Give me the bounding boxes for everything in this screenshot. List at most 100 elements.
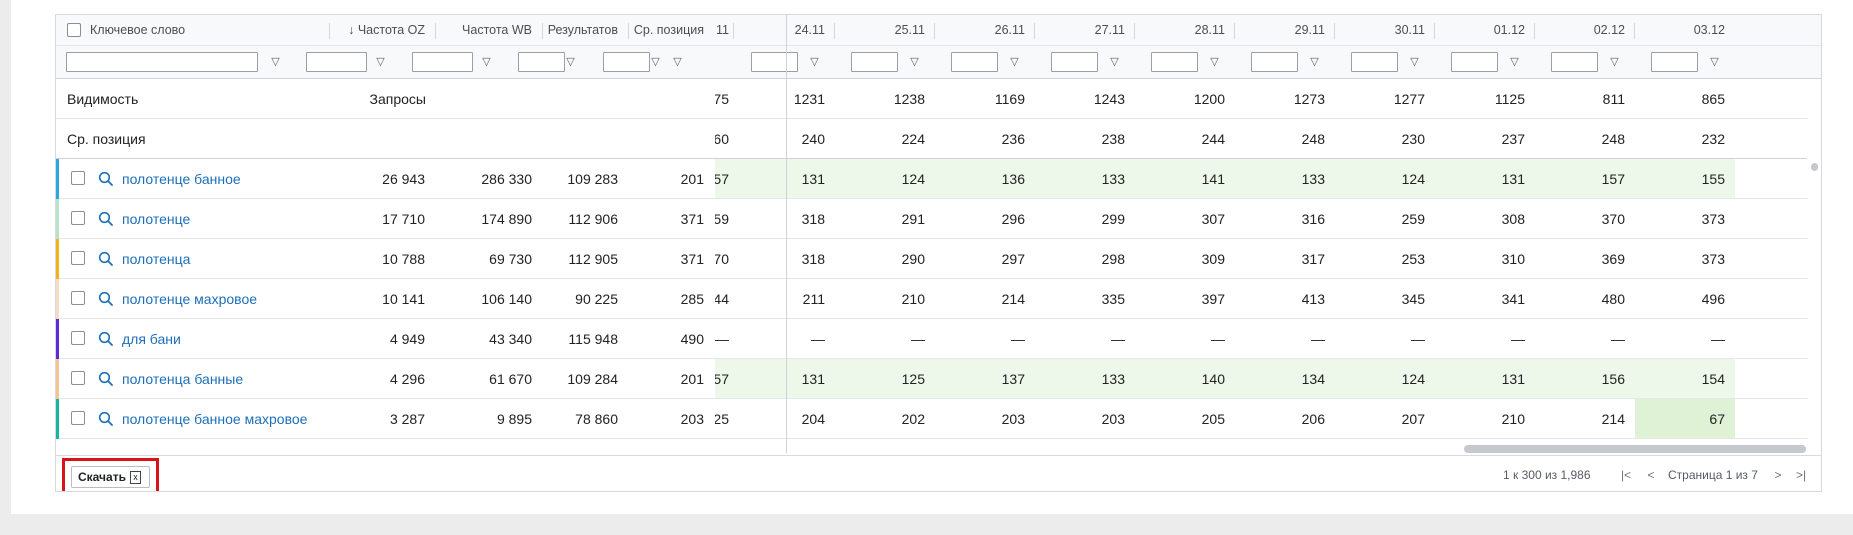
column-header-date-partial[interactable]: 11: [715, 15, 735, 45]
search-icon[interactable]: [98, 171, 114, 187]
filter-icon[interactable]: ▽: [1609, 57, 1620, 68]
filter-icon[interactable]: ▽: [1409, 57, 1420, 68]
column-header-keyword[interactable]: Ключевое слово: [80, 15, 330, 45]
vertical-scrollbar[interactable]: [1811, 163, 1818, 171]
date-value: 290: [901, 250, 925, 267]
column-header-date[interactable]: 02.12: [1535, 15, 1635, 45]
filter-input-freq-wb[interactable]: [412, 52, 473, 72]
filter-icon[interactable]: ▽: [481, 57, 492, 68]
column-header-date[interactable]: 27.11: [1035, 15, 1135, 45]
pinned-row-value: 1238: [893, 90, 925, 107]
filter-icon[interactable]: ▽: [672, 57, 683, 68]
row-checkbox[interactable]: [71, 291, 85, 305]
filter-input-date[interactable]: [1251, 52, 1298, 72]
partial-date-value: 44: [715, 290, 729, 307]
row-checkbox[interactable]: [71, 371, 85, 385]
date-value: 373: [1701, 210, 1725, 227]
keyword-link[interactable]: полотенце банное: [122, 159, 241, 199]
filter-icon[interactable]: ▽: [375, 57, 386, 68]
column-header-date[interactable]: 01.12: [1435, 15, 1535, 45]
keyword-link[interactable]: полотенце махровое: [122, 279, 257, 319]
table-row[interactable]: полотенца банные4 29661 670109 284201571…: [56, 359, 1807, 399]
download-button[interactable]: Скачать x: [71, 466, 150, 488]
freq-wb-value: 61 670: [489, 370, 532, 387]
filter-icon[interactable]: ▽: [565, 57, 576, 68]
pinned-row-value: 240: [801, 130, 825, 147]
filter-input-date[interactable]: [1551, 52, 1598, 72]
filter-input-avg-pos[interactable]: [603, 52, 650, 72]
column-header-date[interactable]: 26.11: [935, 15, 1035, 45]
filter-input-date[interactable]: [1351, 52, 1398, 72]
search-icon[interactable]: [98, 411, 114, 427]
filter-icon[interactable]: ▽: [909, 57, 920, 68]
table-row[interactable]: для бани 4 949 43 340 115 948 490 — — — — — — — — — — —: [56, 319, 1807, 359]
row-checkbox[interactable]: [71, 411, 85, 425]
filter-icon[interactable]: ▽: [1109, 57, 1120, 68]
keyword-link[interactable]: полотенца банные: [122, 359, 243, 399]
table-row[interactable]: полотенце банное махровое 3 287 9 895 78 86…: [56, 399, 1807, 439]
row-checkbox[interactable]: [71, 211, 85, 225]
column-header-date[interactable]: 24.11: [735, 15, 835, 45]
row-checkbox[interactable]: [71, 331, 85, 345]
column-header-date[interactable]: 03.12: [1635, 15, 1735, 45]
date-value: 480: [1601, 290, 1625, 307]
filter-input-results[interactable]: [518, 52, 565, 72]
column-header-results[interactable]: Результатов: [543, 15, 628, 45]
table-row[interactable]: полотенца 10 788 69 730 112 905 371 70 318 290 2…: [56, 239, 1807, 279]
freq-wb-value: 69 730: [489, 250, 532, 267]
next-page-icon[interactable]: >: [1771, 468, 1785, 482]
filter-input-date[interactable]: [1651, 52, 1698, 72]
avg-pos-value: 201: [680, 170, 704, 187]
keyword-link[interactable]: для бани: [122, 319, 181, 359]
search-icon[interactable]: [98, 291, 114, 307]
filter-input-date[interactable]: [1451, 52, 1498, 72]
avg-pos-value: 201: [680, 370, 704, 387]
select-all-checkbox[interactable]: [67, 23, 81, 37]
date-value: 207: [1401, 410, 1425, 427]
date-value: 345: [1401, 290, 1425, 307]
column-header-date[interactable]: 25.11: [835, 15, 935, 45]
column-header-freq-oz[interactable]: ↓ Частота OZ: [330, 15, 435, 45]
column-header-freq-wb[interactable]: Частота WB: [436, 15, 542, 45]
filter-input-date[interactable]: [1051, 52, 1098, 72]
filter-input-freq-oz[interactable]: [306, 52, 367, 72]
filter-input-date[interactable]: [951, 52, 998, 72]
row-checkbox[interactable]: [71, 171, 85, 185]
partial-date-value: —: [715, 330, 729, 347]
prev-page-icon[interactable]: <: [1644, 468, 1658, 482]
table-row[interactable]: полотенце 17 710 174 890 112 906 371 59 318 291…: [56, 199, 1807, 239]
column-header-date[interactable]: 29.11: [1235, 15, 1335, 45]
date-value: 203: [1101, 410, 1125, 427]
table-row[interactable]: полотенце банное 26 943 286 330 109 283 201 5…: [56, 159, 1807, 199]
filter-icon[interactable]: ▽: [650, 57, 661, 68]
first-page-icon[interactable]: |<: [1619, 468, 1633, 482]
keyword-link[interactable]: полотенце банное махровое: [122, 399, 307, 439]
filter-icon[interactable]: ▽: [809, 57, 820, 68]
horizontal-scrollbar[interactable]: [1464, 445, 1806, 453]
filter-icon[interactable]: ▽: [1509, 57, 1520, 68]
column-header-avg-pos[interactable]: Ср. позиция: [629, 15, 714, 45]
filter-input-keyword[interactable]: [66, 52, 258, 72]
column-header-avg-pos-label: Ср. позиция: [633, 23, 704, 37]
filter-icon[interactable]: ▽: [1009, 57, 1020, 68]
freq-oz-value: 17 710: [382, 210, 425, 227]
last-page-icon[interactable]: >|: [1794, 468, 1808, 482]
keyword-link[interactable]: полотенце: [122, 199, 190, 239]
row-checkbox[interactable]: [71, 251, 85, 265]
filter-icon[interactable]: ▽: [1209, 57, 1220, 68]
filter-input-date[interactable]: [851, 52, 898, 72]
search-icon[interactable]: [98, 251, 114, 267]
search-icon[interactable]: [98, 211, 114, 227]
filter-input-date[interactable]: [751, 52, 798, 72]
search-icon[interactable]: [98, 371, 114, 387]
table-row[interactable]: полотенце махровое 10 141 106 140 90 225 285…: [56, 279, 1807, 319]
filter-icon[interactable]: ▽: [270, 57, 281, 68]
keyword-link[interactable]: полотенца: [122, 239, 190, 279]
filter-icon[interactable]: ▽: [1309, 57, 1320, 68]
column-header-date[interactable]: 30.11: [1335, 15, 1435, 45]
column-header-date[interactable]: 28.11: [1135, 15, 1235, 45]
search-icon[interactable]: [98, 331, 114, 347]
filter-input-date[interactable]: [1151, 52, 1198, 72]
partial-date-value: 70: [715, 250, 729, 267]
filter-icon[interactable]: ▽: [1709, 57, 1720, 68]
